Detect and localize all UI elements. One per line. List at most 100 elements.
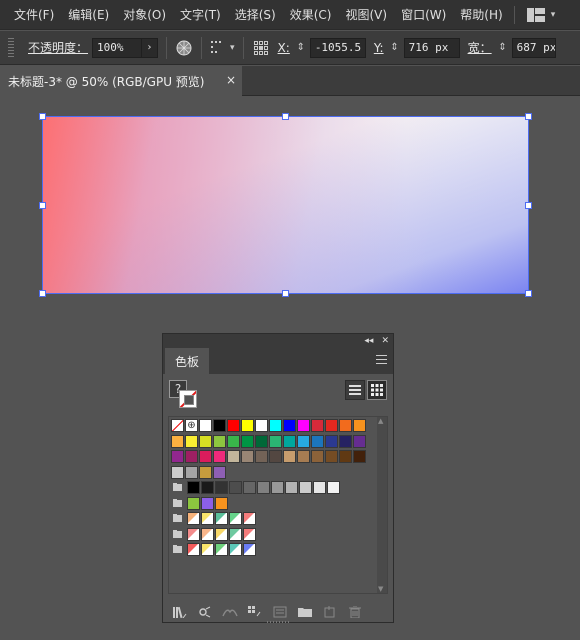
new-folder-icon[interactable] xyxy=(296,604,314,620)
color-swatch[interactable] xyxy=(201,481,214,494)
color-swatch[interactable] xyxy=(185,434,198,448)
color-swatch[interactable] xyxy=(241,434,254,448)
color-swatch[interactable] xyxy=(215,481,228,494)
menu-help[interactable]: 帮助(H) xyxy=(453,0,509,30)
grid-view-icon[interactable] xyxy=(367,380,387,400)
fill-stroke-indicator[interactable]: ? xyxy=(169,380,199,410)
color-swatch[interactable] xyxy=(229,481,242,494)
color-swatch[interactable] xyxy=(325,450,338,463)
color-swatch[interactable] xyxy=(339,450,352,463)
color-swatch[interactable] xyxy=(201,496,214,510)
color-swatch[interactable] xyxy=(325,434,338,448)
color-swatch[interactable] xyxy=(229,512,242,525)
panel-grip[interactable] xyxy=(8,37,14,58)
color-swatch[interactable] xyxy=(241,419,254,432)
x-stepper[interactable]: ⇕ xyxy=(294,38,308,58)
gradient-rectangle-artwork[interactable] xyxy=(39,113,532,297)
menu-type[interactable]: 文字(T) xyxy=(173,0,228,30)
color-swatch[interactable] xyxy=(201,527,214,541)
color-group-folder-icon[interactable] xyxy=(171,528,185,541)
scroll-down-icon[interactable]: ▼ xyxy=(378,585,383,593)
opacity-input[interactable]: 100% xyxy=(92,37,143,58)
scroll-up-icon[interactable]: ▲ xyxy=(378,417,383,425)
color-swatch[interactable] xyxy=(339,419,352,432)
color-swatch[interactable] xyxy=(353,450,366,463)
bounding-box-handle-left[interactable] xyxy=(39,202,46,209)
color-swatch[interactable] xyxy=(187,481,200,494)
panel-menu-icon[interactable] xyxy=(376,355,387,364)
color-swatch[interactable] xyxy=(215,512,228,525)
color-swatch[interactable] xyxy=(187,496,200,510)
close-panel-icon[interactable]: ✕ xyxy=(381,336,389,346)
color-swatch[interactable] xyxy=(227,450,240,463)
color-swatch[interactable] xyxy=(283,434,296,448)
workspace-switcher-icon[interactable] xyxy=(521,0,551,30)
color-swatch[interactable] xyxy=(187,543,200,556)
color-swatch[interactable] xyxy=(229,527,242,541)
swatch-registration[interactable]: ⊕ xyxy=(185,419,198,432)
color-swatch[interactable] xyxy=(243,527,256,541)
width-input[interactable]: 687 px xyxy=(511,37,556,58)
color-swatch[interactable] xyxy=(187,527,200,541)
color-swatch[interactable] xyxy=(257,481,270,494)
y-stepper[interactable]: ⇕ xyxy=(388,38,402,58)
color-swatch[interactable] xyxy=(327,481,340,494)
color-swatch[interactable] xyxy=(213,465,226,479)
bounding-box-handle-top-left[interactable] xyxy=(39,113,46,120)
color-swatch[interactable] xyxy=(271,481,284,494)
color-group-folder-icon[interactable] xyxy=(171,497,185,510)
color-swatch[interactable] xyxy=(311,419,324,432)
close-icon[interactable]: × xyxy=(226,73,236,87)
color-swatch[interactable] xyxy=(255,450,268,463)
color-swatch[interactable] xyxy=(353,419,366,432)
color-swatch[interactable] xyxy=(215,527,228,541)
bounding-box-handle-bottom[interactable] xyxy=(282,290,289,297)
color-swatch[interactable] xyxy=(229,543,242,556)
bounding-box-handle-top-right[interactable] xyxy=(525,113,532,120)
x-input[interactable]: -1055.5 p xyxy=(309,37,366,58)
color-swatch[interactable] xyxy=(187,512,200,525)
tab-swatches[interactable]: 色板 xyxy=(165,348,209,374)
stroke-swatch[interactable] xyxy=(179,390,197,408)
color-swatch[interactable] xyxy=(299,481,312,494)
color-swatch[interactable] xyxy=(243,512,256,525)
panel-title-bar[interactable]: ◂◂ ✕ xyxy=(163,334,393,348)
color-swatch[interactable] xyxy=(255,419,268,432)
menu-object[interactable]: 对象(O) xyxy=(116,0,173,30)
color-swatch[interactable] xyxy=(269,434,282,448)
color-swatch[interactable] xyxy=(199,465,212,479)
color-swatch[interactable] xyxy=(227,434,240,448)
color-swatch[interactable] xyxy=(213,419,226,432)
reference-point-icon[interactable] xyxy=(252,39,270,57)
color-swatch[interactable] xyxy=(283,419,296,432)
color-swatch[interactable] xyxy=(325,419,338,432)
color-swatch[interactable] xyxy=(313,481,326,494)
menu-view[interactable]: 视图(V) xyxy=(338,0,394,30)
color-swatch[interactable] xyxy=(213,434,226,448)
chevron-down-icon[interactable]: ▾ xyxy=(230,43,235,53)
delete-swatch-icon[interactable] xyxy=(346,604,364,620)
panel-resize-grip[interactable] xyxy=(267,621,289,623)
color-swatch[interactable] xyxy=(339,434,352,448)
bounding-box-handle-bottom-left[interactable] xyxy=(39,290,46,297)
color-swatch[interactable] xyxy=(297,450,310,463)
color-swatch[interactable] xyxy=(201,543,214,556)
bounding-box-handle-right[interactable] xyxy=(525,202,532,209)
color-swatch[interactable] xyxy=(353,434,366,448)
color-swatch[interactable] xyxy=(243,481,256,494)
swatch-libraries-icon[interactable] xyxy=(171,604,189,620)
menu-file[interactable]: 文件(F) xyxy=(0,0,61,30)
swatch-kinds-icon[interactable] xyxy=(221,604,239,620)
bounding-box-handle-top[interactable] xyxy=(282,113,289,120)
align-icon[interactable] xyxy=(210,39,228,57)
document-tab[interactable]: 未标题-3* @ 50% (RGB/GPU 预览) × xyxy=(0,66,242,96)
color-group-folder-icon[interactable] xyxy=(171,543,185,556)
color-swatch[interactable] xyxy=(199,450,212,463)
color-swatch[interactable] xyxy=(283,450,296,463)
color-swatch[interactable] xyxy=(227,419,240,432)
color-swatch[interactable] xyxy=(215,543,228,556)
color-swatch[interactable] xyxy=(213,450,226,463)
menu-window[interactable]: 窗口(W) xyxy=(394,0,453,30)
color-swatch[interactable] xyxy=(241,450,254,463)
color-swatch[interactable] xyxy=(199,419,212,432)
